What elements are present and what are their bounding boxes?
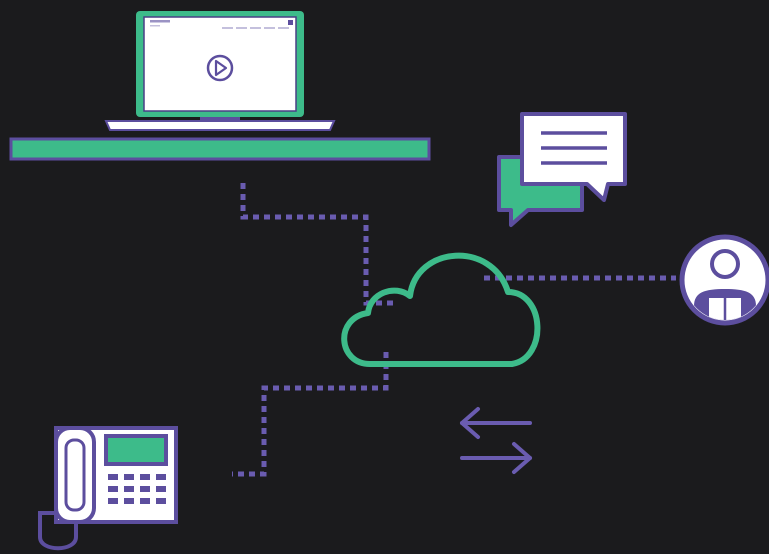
network-diagram: [9, 11, 769, 551]
user-head: [710, 249, 740, 279]
phone-handset: [54, 426, 96, 524]
user-icon: [679, 234, 769, 326]
connector-laptop-cloud: [240, 183, 398, 306]
shelf: [9, 137, 431, 161]
screen-logo: [150, 20, 170, 23]
phone-display: [104, 434, 168, 466]
laptop-icon: [9, 11, 431, 161]
chat-bubbles-icon: [497, 112, 627, 227]
screen-logo-sub: [150, 25, 160, 27]
diagram-canvas: [0, 0, 769, 554]
screen-nav: [222, 27, 289, 29]
connector-cloud-phone: [232, 352, 389, 477]
laptop-hinge: [200, 117, 240, 121]
desk-phone-icon: [38, 426, 178, 551]
screen-badge: [288, 20, 293, 25]
bidirectional-arrows-icon: [460, 407, 532, 474]
laptop-base: [104, 120, 336, 131]
cloud-icon: [341, 252, 541, 367]
